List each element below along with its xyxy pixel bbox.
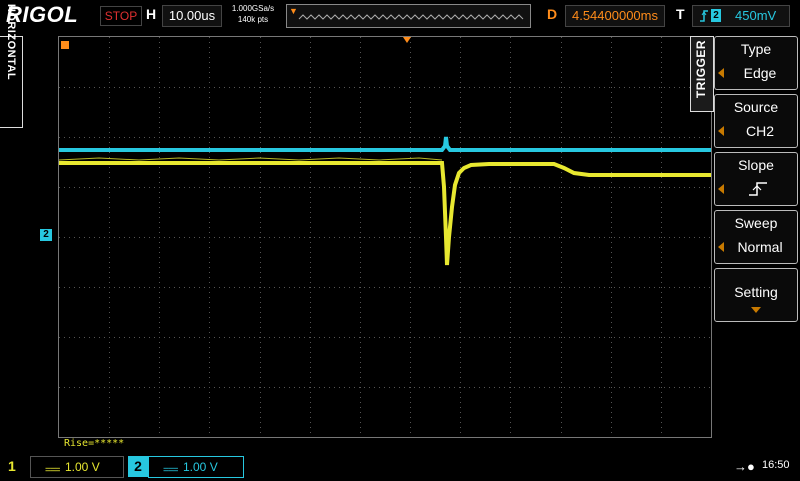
menu-setting-title: Setting <box>734 284 778 300</box>
trigger-time-marker-icon <box>403 37 411 43</box>
horizontal-tab-label: HORIZONTAL <box>5 3 17 81</box>
run-stop-status[interactable]: STOP <box>100 6 142 26</box>
menu-source-value: CH2 <box>745 123 774 139</box>
trigger-level-marker-icon <box>61 41 69 49</box>
ch1-tag[interactable]: 1 <box>8 458 16 474</box>
rising-edge-icon <box>699 6 709 32</box>
ch1-scale-box[interactable]: === 1.00 V <box>30 456 124 478</box>
ch2-scale-box[interactable]: === 1.00 V <box>148 456 244 478</box>
ch1-scale: 1.00 V <box>65 460 100 474</box>
menu-sweep-value: Normal <box>737 239 783 255</box>
measurement-readout: Rise=***** <box>64 438 125 449</box>
memory-depth: 140k pts <box>237 15 269 24</box>
memory-waveform-overview <box>298 14 524 20</box>
memory-position-bar[interactable]: ▼ <box>286 4 531 28</box>
trigger-readout[interactable]: 2 450mV <box>692 5 790 27</box>
menu-source-title: Source <box>733 99 779 115</box>
menu-type-title: Type <box>740 41 772 57</box>
ch2-waveform <box>59 136 711 152</box>
ch1-waveform <box>59 161 711 266</box>
trigger-label: T <box>676 6 685 22</box>
menu-sweep-title: Sweep <box>734 215 778 231</box>
waveform-grid[interactable] <box>58 36 712 438</box>
trigger-tab-label: TRIGGER <box>694 39 708 99</box>
menu-type-value: Edge <box>743 65 777 81</box>
ch2-ground-label: 2 <box>43 229 49 240</box>
left-arrow-icon <box>718 242 724 252</box>
left-arrow-icon <box>718 68 724 78</box>
trigger-channel-badge: 2 <box>711 9 721 22</box>
ch2-tag[interactable]: 2 <box>128 456 148 477</box>
clock: 16:50 <box>762 459 790 471</box>
menu-type-button[interactable]: Type Edge <box>714 36 798 90</box>
menu-slope-title: Slope <box>738 157 774 173</box>
menu-source-button[interactable]: Source CH2 <box>714 94 798 148</box>
dc-coupling-icon: === <box>163 465 179 476</box>
left-arrow-icon <box>718 184 724 194</box>
usb-icon: →● <box>734 459 755 474</box>
dc-coupling-icon: === <box>45 465 61 476</box>
down-arrow-icon <box>751 307 761 313</box>
horizontal-label: H <box>146 6 157 22</box>
left-arrow-icon <box>718 126 724 136</box>
menu-slope-button[interactable]: Slope <box>714 152 798 206</box>
sample-rate-info: 1.000GSa/s 140k pts <box>228 3 278 25</box>
trigger-level: 450mV <box>735 8 777 23</box>
timebase-readout[interactable]: 10.00us <box>162 5 222 27</box>
delay-label: D <box>547 6 558 22</box>
rising-edge-icon <box>747 179 769 204</box>
menu-sweep-button[interactable]: Sweep Normal <box>714 210 798 264</box>
ch2-ground-marker[interactable]: 2 <box>40 229 52 241</box>
ch2-scale: 1.00 V <box>183 460 218 474</box>
sample-rate: 1.000GSa/s <box>231 4 275 13</box>
ch1-waveform-noise <box>59 157 443 161</box>
delay-readout[interactable]: 4.54400000ms <box>565 5 665 27</box>
gridlines <box>59 37 711 437</box>
menu-setting-button[interactable]: Setting <box>714 268 798 322</box>
waveform-display <box>59 37 711 437</box>
